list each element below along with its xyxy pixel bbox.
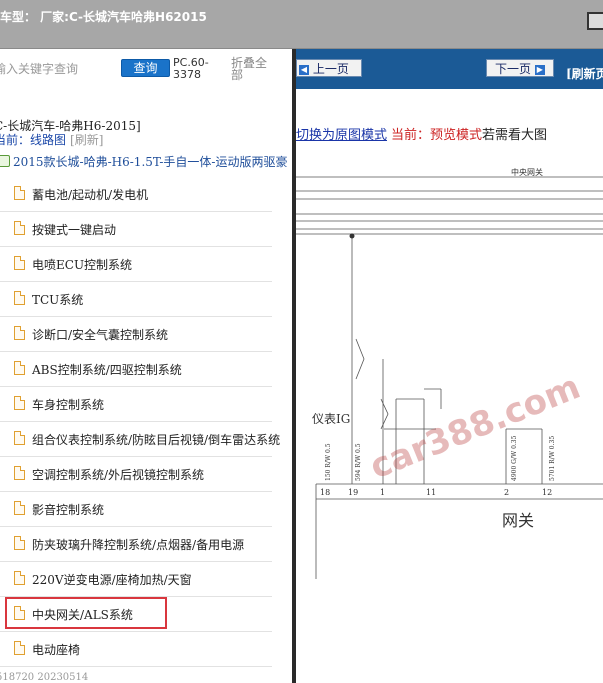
prev-page-label: 上一页 [312,62,349,76]
document-icon [14,186,25,200]
wire-label: 150 R/W 0.5 [325,443,332,481]
next-page-button[interactable]: 下一页 ▶ [486,59,554,77]
pin-label: 11 [426,488,436,497]
system-item-label: 防夹玻璃升降控制系统/点烟器/备用电源 [32,538,245,552]
query-button[interactable]: 查询 [121,59,170,77]
system-item-label: 按键式一键启动 [32,223,117,237]
system-list-item[interactable]: 220V逆变电源/座椅加热/天窗 [0,563,272,597]
system-list-item[interactable]: 防夹玻璃升降控制系统/点烟器/备用电源 [0,528,272,562]
model-node[interactable]: 2015款长城-哈弗-H6-1.5T-手自一体-运动版两驱豪 [0,153,287,170]
system-list-item[interactable]: 诊断口/安全气囊控制系统 [0,318,272,352]
search-input[interactable] [0,59,114,79]
system-list-item[interactable]: 空调控制系统/外后视镜控制系统 [0,458,272,492]
system-list-item[interactable]: 电动座椅 [0,633,272,667]
system-list-item[interactable]: 电喷ECU控制系统 [0,248,272,282]
mode-hint: 若需看大图 [482,128,548,143]
wire-label: 594 R/W 0.5 [355,443,362,481]
pin-label: 18 [320,488,330,497]
system-item-label: 空调控制系统/外后视镜控制系统 [32,468,205,482]
system-list-item[interactable]: TCU系统 [0,283,272,317]
collapse-all-link[interactable]: 折叠全部 [231,57,273,81]
selected-highlight [5,597,167,629]
document-icon [14,501,25,515]
document-icon [14,361,25,375]
document-icon [14,291,25,305]
right-panel: ◀ 上一页 下一页 ▶ [刷新页 切换为原图模式 当前：预览模式若需看大图 中央… [296,49,603,683]
system-list-item[interactable]: 中央网关/ALS系统 [0,597,272,632]
current-path: 当前：线路图 [0,133,67,147]
system-list-item[interactable]: 车身控制系统 [0,388,272,422]
pin-label: 1 [380,488,385,497]
current-mode-label: 当前：预览模式 [391,128,483,143]
prev-page-button[interactable]: ◀ 上一页 [296,59,362,77]
switch-original-mode-link[interactable]: 切换为原图模式 [296,128,387,143]
document-icon [14,431,25,445]
system-item-label: 诊断口/安全气囊控制系统 [32,328,169,342]
wiring-diagram[interactable]: 中央网关 仪表IG 网关 18 19 1 11 2 12 150 R/W 0.5… [296,159,603,579]
window-button[interactable] [587,12,603,30]
page-nav-bar: ◀ 上一页 下一页 ▶ [刷新页 [296,49,603,89]
wire-label: 4900 G/W 0.35 [511,435,518,481]
system-list-item[interactable]: 影音控制系统 [0,493,272,527]
title-bar: 车型： 厂家:C-长城汽车哈弗H62015 [0,0,603,49]
diagram-module-label: 网关 [502,511,534,530]
pc-code: PC.60-3378 [173,56,209,81]
left-panel: 查询 PC.60-3378 折叠全部 C-长城汽车-哈弗H6-2015] 当前：… [0,49,292,683]
footer-id: 518720 20230514 [0,672,89,683]
folder-open-icon [0,155,10,167]
system-list-item[interactable]: ABS控制系统/四驱控制系统 [0,353,272,387]
next-page-label: 下一页 [495,62,532,76]
system-list-item[interactable]: 组合仪表控制系统/防眩目后视镜/倒车雷达系统 [0,423,280,457]
system-item-label: 组合仪表控制系统/防眩目后视镜/倒车雷达系统 [32,433,281,447]
document-icon [14,641,25,655]
system-item-label: 车身控制系统 [32,398,105,412]
diagram-left-label: 仪表IG [312,412,350,426]
pin-label: 2 [504,488,509,497]
system-list: 蓄电池/起动机/发电机 按键式一键启动电喷ECU控制系统 TCU系统诊断口/安全气囊… [0,178,280,668]
pin-label: 12 [542,488,552,497]
pin-label: 19 [348,488,358,497]
document-icon [14,466,25,480]
system-list-item[interactable]: 按键式一键启动 [0,213,272,247]
document-icon [14,571,25,585]
system-item-label: 影音控制系统 [32,503,105,517]
system-item-label: 蓄电池/起动机/发电机 [32,188,149,202]
document-icon [14,396,25,410]
system-item-label: TCU系统 [32,293,84,307]
system-list-item[interactable]: 蓄电池/起动机/发电机 [0,178,272,212]
current-location: 当前：线路图 [刷新] [0,131,103,148]
system-item-label: ABS控制系统/四驱控制系统 [32,363,182,377]
model-label: 2015款长城-哈弗-H6-1.5T-手自一体-运动版两驱豪 [13,155,288,169]
diagram-header-label: 中央网关 [511,167,543,177]
vehicle-title: 车型： 厂家:C-长城汽车哈弗H62015 [0,10,207,24]
arrow-right-icon: ▶ [534,64,545,75]
document-icon [14,221,25,235]
document-icon [14,326,25,340]
refresh-page-link[interactable]: [刷新页 [566,65,603,82]
mode-line: 切换为原图模式 当前：预览模式若需看大图 [296,124,547,143]
system-item-label: 220V逆变电源/座椅加热/天窗 [32,573,192,587]
wire-label: 5701 R/W 0.35 [549,436,556,481]
system-item-label: 电喷ECU控制系统 [32,258,133,272]
document-icon [14,536,25,550]
document-icon [14,256,25,270]
refresh-tree-link[interactable]: [刷新] [70,133,103,147]
search-row: 查询 PC.60-3378 折叠全部 [0,49,292,93]
arrow-left-icon: ◀ [299,64,309,75]
system-item-label: 电动座椅 [32,643,81,657]
junction-dot [349,233,355,239]
